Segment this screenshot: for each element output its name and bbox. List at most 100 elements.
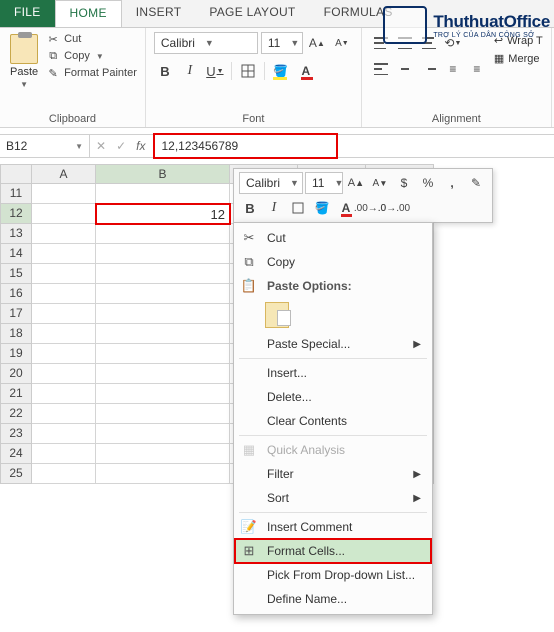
cell[interactable] [96,284,230,304]
cell[interactable] [96,324,230,344]
row-head[interactable]: 14 [0,244,32,264]
paste-button[interactable]: Paste ▼ [8,32,40,91]
cell[interactable] [96,344,230,364]
align-center-icon[interactable] [394,58,416,80]
ctx-delete[interactable]: Delete... [235,385,431,409]
cell[interactable] [32,184,96,204]
mini-size-combo[interactable]: 11▼ [305,172,343,194]
enter-icon[interactable]: ✓ [116,139,126,153]
row-head[interactable]: 12 [0,204,32,224]
ctx-clear-contents[interactable]: Clear Contents [235,409,431,433]
mini-border-icon[interactable] [287,197,309,219]
formula-input[interactable]: 12,123456789 [153,133,338,159]
italic-button[interactable]: I [179,60,201,82]
mini-font-combo[interactable]: Calibri▼ [239,172,303,194]
cell[interactable] [96,464,230,484]
cell[interactable] [96,184,230,204]
tab-home[interactable]: HOME [55,0,122,27]
mini-currency-icon[interactable]: $ [393,172,415,194]
row-head[interactable]: 15 [0,264,32,284]
cell[interactable] [32,264,96,284]
cell[interactable] [32,464,96,484]
cell[interactable] [32,344,96,364]
cell[interactable] [96,404,230,424]
mini-brush-icon[interactable]: ✎ [465,172,487,194]
cell[interactable] [32,364,96,384]
indent-decrease-icon[interactable]: ≡ [442,58,464,80]
cell[interactable] [32,444,96,464]
cell[interactable] [32,384,96,404]
name-box[interactable]: B12▼ [0,135,90,157]
align-left-icon[interactable] [370,58,392,80]
cell[interactable] [96,244,230,264]
row-head[interactable]: 22 [0,404,32,424]
ctx-paste-special[interactable]: Paste Special...▶ [235,332,431,356]
ctx-format-cells[interactable]: ⊞Format Cells... [235,539,431,563]
row-head[interactable]: 19 [0,344,32,364]
cell[interactable] [32,304,96,324]
indent-increase-icon[interactable]: ≡ [466,58,488,80]
selected-cell[interactable]: 12 [95,203,231,225]
row-head[interactable]: 21 [0,384,32,404]
col-head-b[interactable]: B [96,164,230,184]
ctx-filter[interactable]: Filter▶ [235,462,431,486]
ctx-cut[interactable]: ✂Cut [235,226,431,250]
ctx-define-name[interactable]: Define Name... [235,587,431,611]
row-head[interactable]: 18 [0,324,32,344]
ctx-sort[interactable]: Sort▶ [235,486,431,510]
select-all-corner[interactable] [0,164,32,184]
cell[interactable] [96,364,230,384]
cell[interactable] [96,444,230,464]
fill-color-button[interactable]: 🪣 [270,60,292,82]
mini-comma-icon[interactable]: , [441,172,463,194]
ctx-insert[interactable]: Insert... [235,361,431,385]
cell[interactable] [32,424,96,444]
row-head[interactable]: 25 [0,464,32,484]
mini-inc-decimal-icon[interactable]: .0→.00 [383,197,405,219]
cell[interactable] [32,284,96,304]
row-head[interactable]: 24 [0,444,32,464]
underline-button[interactable]: U▼ [204,60,226,82]
col-head-a[interactable]: A [32,164,96,184]
border-button[interactable] [237,60,259,82]
tab-file[interactable]: FILE [0,0,55,27]
merge-button[interactable]: ▦Merge [494,52,543,65]
cell[interactable] [32,204,96,224]
font-size-combo[interactable]: 11▼ [261,32,303,54]
cell[interactable] [32,244,96,264]
row-head[interactable]: 11 [0,184,32,204]
bold-button[interactable]: B [154,60,176,82]
cell[interactable] [96,224,230,244]
copy-button[interactable]: ⧉Copy▼ [46,49,137,63]
increase-font-icon[interactable]: A▲ [306,32,328,54]
cell[interactable] [32,404,96,424]
mini-percent-icon[interactable]: % [417,172,439,194]
mini-italic-button[interactable]: I [263,197,285,219]
format-painter-button[interactable]: ✎Format Painter [46,66,137,80]
mini-grow-font-icon[interactable]: A▲ [345,172,367,194]
mini-bold-button[interactable]: B [239,197,261,219]
ctx-paste-default[interactable] [235,298,431,332]
row-head[interactable]: 13 [0,224,32,244]
cell[interactable] [96,424,230,444]
mini-shrink-font-icon[interactable]: A▼ [369,172,391,194]
row-head[interactable]: 17 [0,304,32,324]
tab-insert[interactable]: INSERT [122,0,196,27]
cell[interactable] [32,224,96,244]
worksheet-grid[interactable]: A B C D E 11 12 13 14 15 16 17 18 19 20 [0,164,554,484]
fx-icon[interactable]: fx [136,139,145,153]
row-head[interactable]: 16 [0,284,32,304]
row-head[interactable]: 23 [0,424,32,444]
cell[interactable] [96,304,230,324]
ctx-copy[interactable]: ⧉Copy [235,250,431,274]
cell[interactable] [32,324,96,344]
font-color-button[interactable]: A [295,60,317,82]
cut-button[interactable]: ✂Cut [46,32,137,46]
tab-page-layout[interactable]: PAGE LAYOUT [195,0,309,27]
font-family-combo[interactable]: Calibri▼ [154,32,258,54]
cell[interactable] [96,264,230,284]
row-head[interactable]: 20 [0,364,32,384]
ctx-pick-from-list[interactable]: Pick From Drop-down List... [235,563,431,587]
ctx-insert-comment[interactable]: 📝Insert Comment [235,515,431,539]
cancel-icon[interactable]: ✕ [96,139,106,153]
